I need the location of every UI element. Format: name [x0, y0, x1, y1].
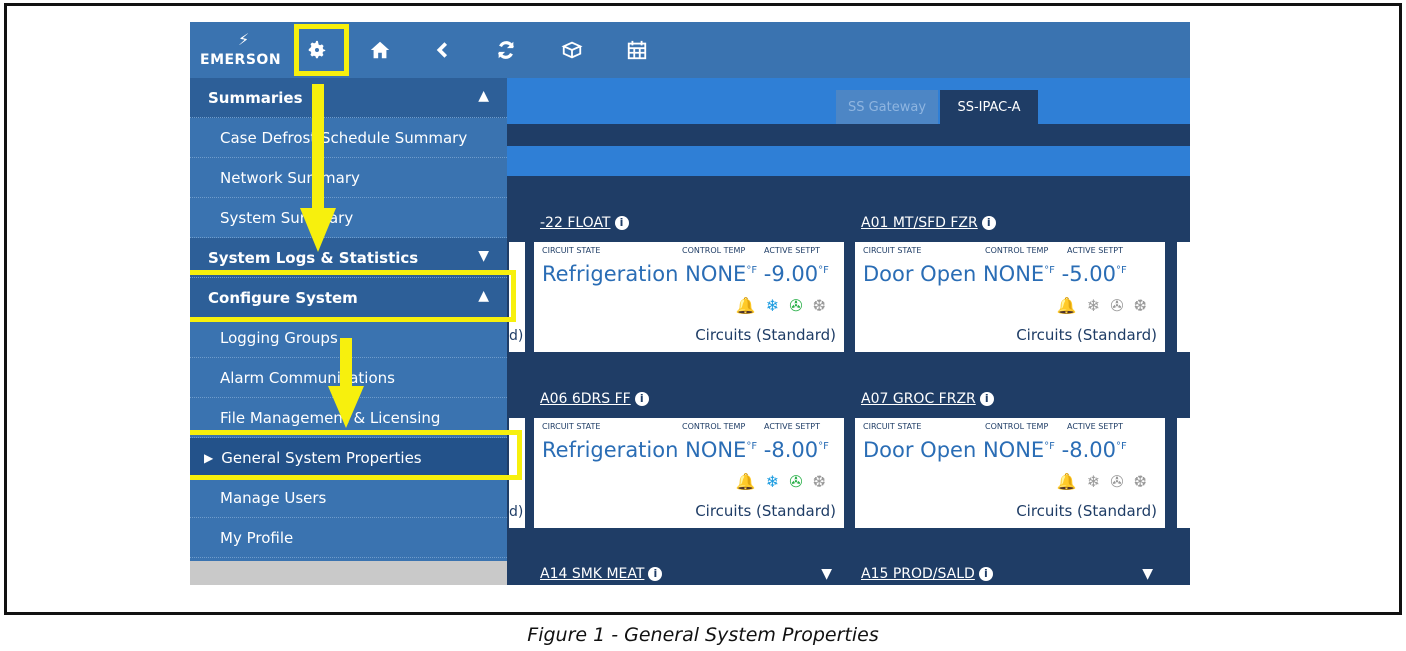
snowflake-icon: ❄ — [1086, 296, 1101, 315]
circuit-values: Door Open NONE°F -8.00°F — [863, 438, 1127, 462]
info-icon[interactable]: i — [648, 567, 663, 581]
fan-icon: ✇ — [789, 472, 803, 491]
control-temp-label: CONTROL TEMP — [682, 422, 746, 431]
control-temp-label: CONTROL TEMP — [985, 246, 1049, 255]
figure-caption: Figure 1 - General System Properties — [527, 624, 879, 646]
calendar-icon[interactable] — [619, 32, 655, 68]
active-setpt-label: ACTIVE SETPT — [1067, 422, 1123, 431]
refresh-icon[interactable] — [488, 32, 524, 68]
menu-item-network-summary[interactable]: Network Summary — [190, 158, 507, 198]
circuit-card-title[interactable]: -22 FLOAT i — [534, 204, 844, 242]
circuit-grid: d) d) -22 FLOAT i CIRCUIT STATE CONTROL T… — [507, 176, 1190, 585]
fan-icon: ✇ — [789, 296, 803, 315]
circuit-card[interactable]: -22 FLOAT i CIRCUIT STATE CONTROL TEMP AC… — [532, 202, 846, 354]
circuit-card[interactable]: A06 6DRS FF i CIRCUIT STATE CONTROL TEMP … — [532, 378, 846, 530]
status-icons: 🔔 ❄ ✇ ❆ — [736, 472, 826, 491]
app-screen: ⚡ EMERSON SS Gateway SS-IPAC-A d) d) -22… — [190, 22, 1190, 585]
info-icon[interactable]: i — [978, 567, 993, 581]
defrost-icon: ❆ — [812, 472, 826, 491]
circuit-card[interactable]: A07 GROC FRZR i CIRCUIT STATE CONTROL TEM… — [853, 378, 1167, 530]
partial-card — [1175, 553, 1190, 585]
config-menu: Summaries ▲ Case Defrost Schedule Summary… — [190, 78, 507, 585]
dropdown-caret-icon[interactable]: ▼ — [821, 566, 832, 582]
circuit-state-label: CIRCUIT STATE — [863, 422, 922, 431]
bell-icon: 🔔 — [735, 472, 756, 491]
emerson-logo-mark: ⚡ — [238, 30, 250, 49]
partial-card — [1175, 202, 1190, 354]
partial-card — [507, 553, 527, 585]
circuit-card-title[interactable]: A01 MT/SFD FZR i — [855, 204, 1165, 242]
menu-item-case-defrost[interactable]: Case Defrost Schedule Summary — [190, 118, 507, 158]
chevron-up-icon: ▲ — [478, 88, 489, 104]
menu-bottom-spacer — [190, 561, 507, 585]
back-icon[interactable] — [425, 32, 461, 68]
gear-highlight-box — [294, 24, 349, 76]
circuits-label: Circuits (Standard) — [695, 326, 836, 344]
info-icon[interactable]: i — [614, 216, 629, 230]
active-setpt-label: ACTIVE SETPT — [764, 246, 820, 255]
active-setpt-label: ACTIVE SETPT — [1067, 246, 1123, 255]
divider-strip — [507, 124, 1190, 146]
configure-system-highlight-box — [190, 270, 516, 322]
control-temp-label: CONTROL TEMP — [682, 246, 746, 255]
bell-icon: 🔔 — [735, 296, 756, 315]
home-icon[interactable] — [362, 32, 398, 68]
menu-item-my-profile[interactable]: My Profile — [190, 518, 507, 558]
bell-icon: 🔔 — [1056, 472, 1077, 491]
defrost-icon: ❆ — [812, 296, 826, 315]
active-setpt-label: ACTIVE SETPT — [764, 422, 820, 431]
defrost-icon: ❆ — [1133, 296, 1147, 315]
info-icon[interactable]: i — [979, 392, 994, 406]
snowflake-icon: ❄ — [765, 472, 780, 491]
circuit-values: Refrigeration NONE°F -8.00°F — [542, 438, 829, 462]
circuit-card[interactable]: A15 PROD/SALD i ▼ — [853, 553, 1167, 585]
circuit-card[interactable]: A01 MT/SFD FZR i CIRCUIT STATE CONTROL TE… — [853, 202, 1167, 354]
status-icons: 🔔 ❄ ✇ ❆ — [1057, 472, 1147, 491]
defrost-icon: ❆ — [1133, 472, 1147, 491]
down-arrow-icon — [328, 338, 364, 428]
fan-icon: ✇ — [1110, 472, 1124, 491]
bell-icon: 🔔 — [1056, 296, 1077, 315]
tab-ss-ipac-a[interactable]: SS-IPAC-A — [940, 90, 1038, 124]
snowflake-icon: ❄ — [765, 296, 780, 315]
menu-section-summaries[interactable]: Summaries ▲ — [190, 78, 507, 118]
status-icons: 🔔 ❄ ✇ ❆ — [736, 296, 826, 315]
control-temp-label: CONTROL TEMP — [985, 422, 1049, 431]
box-icon[interactable] — [554, 32, 590, 68]
snowflake-icon: ❄ — [1086, 472, 1101, 491]
dropdown-caret-icon[interactable]: ▼ — [1142, 566, 1153, 582]
partial-card-suffix: d) — [509, 328, 524, 344]
circuit-state-label: CIRCUIT STATE — [863, 246, 922, 255]
circuit-values: Door Open NONE°F -5.00°F — [863, 262, 1127, 286]
circuit-card-title[interactable]: A14 SMK MEAT i ▼ — [534, 555, 844, 585]
partial-card — [1175, 378, 1190, 530]
down-arrow-icon — [300, 84, 336, 252]
circuit-card[interactable]: A14 SMK MEAT i ▼ — [532, 553, 846, 585]
partial-card-suffix: d) — [509, 504, 524, 520]
info-icon[interactable]: i — [634, 392, 649, 406]
circuit-card-title[interactable]: A07 GROC FRZR i — [855, 380, 1165, 418]
circuit-state-label: CIRCUIT STATE — [542, 246, 601, 255]
tab-ss-gateway[interactable]: SS Gateway — [836, 90, 938, 124]
info-icon[interactable]: i — [981, 216, 996, 230]
menu-item-system-summary[interactable]: System Summary — [190, 198, 507, 238]
menu-item-manage-users[interactable]: Manage Users — [190, 478, 507, 518]
circuits-label: Circuits (Standard) — [695, 502, 836, 520]
filter-strip — [507, 146, 1190, 176]
general-system-properties-highlight-box — [190, 430, 522, 480]
chevron-down-icon: ▼ — [478, 248, 489, 264]
emerson-logo: ⚡ EMERSON — [198, 30, 290, 70]
circuit-card-title[interactable]: A15 PROD/SALD i ▼ — [855, 555, 1165, 585]
emerson-logo-text: EMERSON — [200, 52, 282, 68]
circuit-card-title[interactable]: A06 6DRS FF i — [534, 380, 844, 418]
circuits-label: Circuits (Standard) — [1016, 502, 1157, 520]
status-icons: 🔔 ❄ ✇ ❆ — [1057, 296, 1147, 315]
circuit-state-label: CIRCUIT STATE — [542, 422, 601, 431]
fan-icon: ✇ — [1110, 296, 1124, 315]
circuit-values: Refrigeration NONE°F -9.00°F — [542, 262, 829, 286]
circuits-label: Circuits (Standard) — [1016, 326, 1157, 344]
